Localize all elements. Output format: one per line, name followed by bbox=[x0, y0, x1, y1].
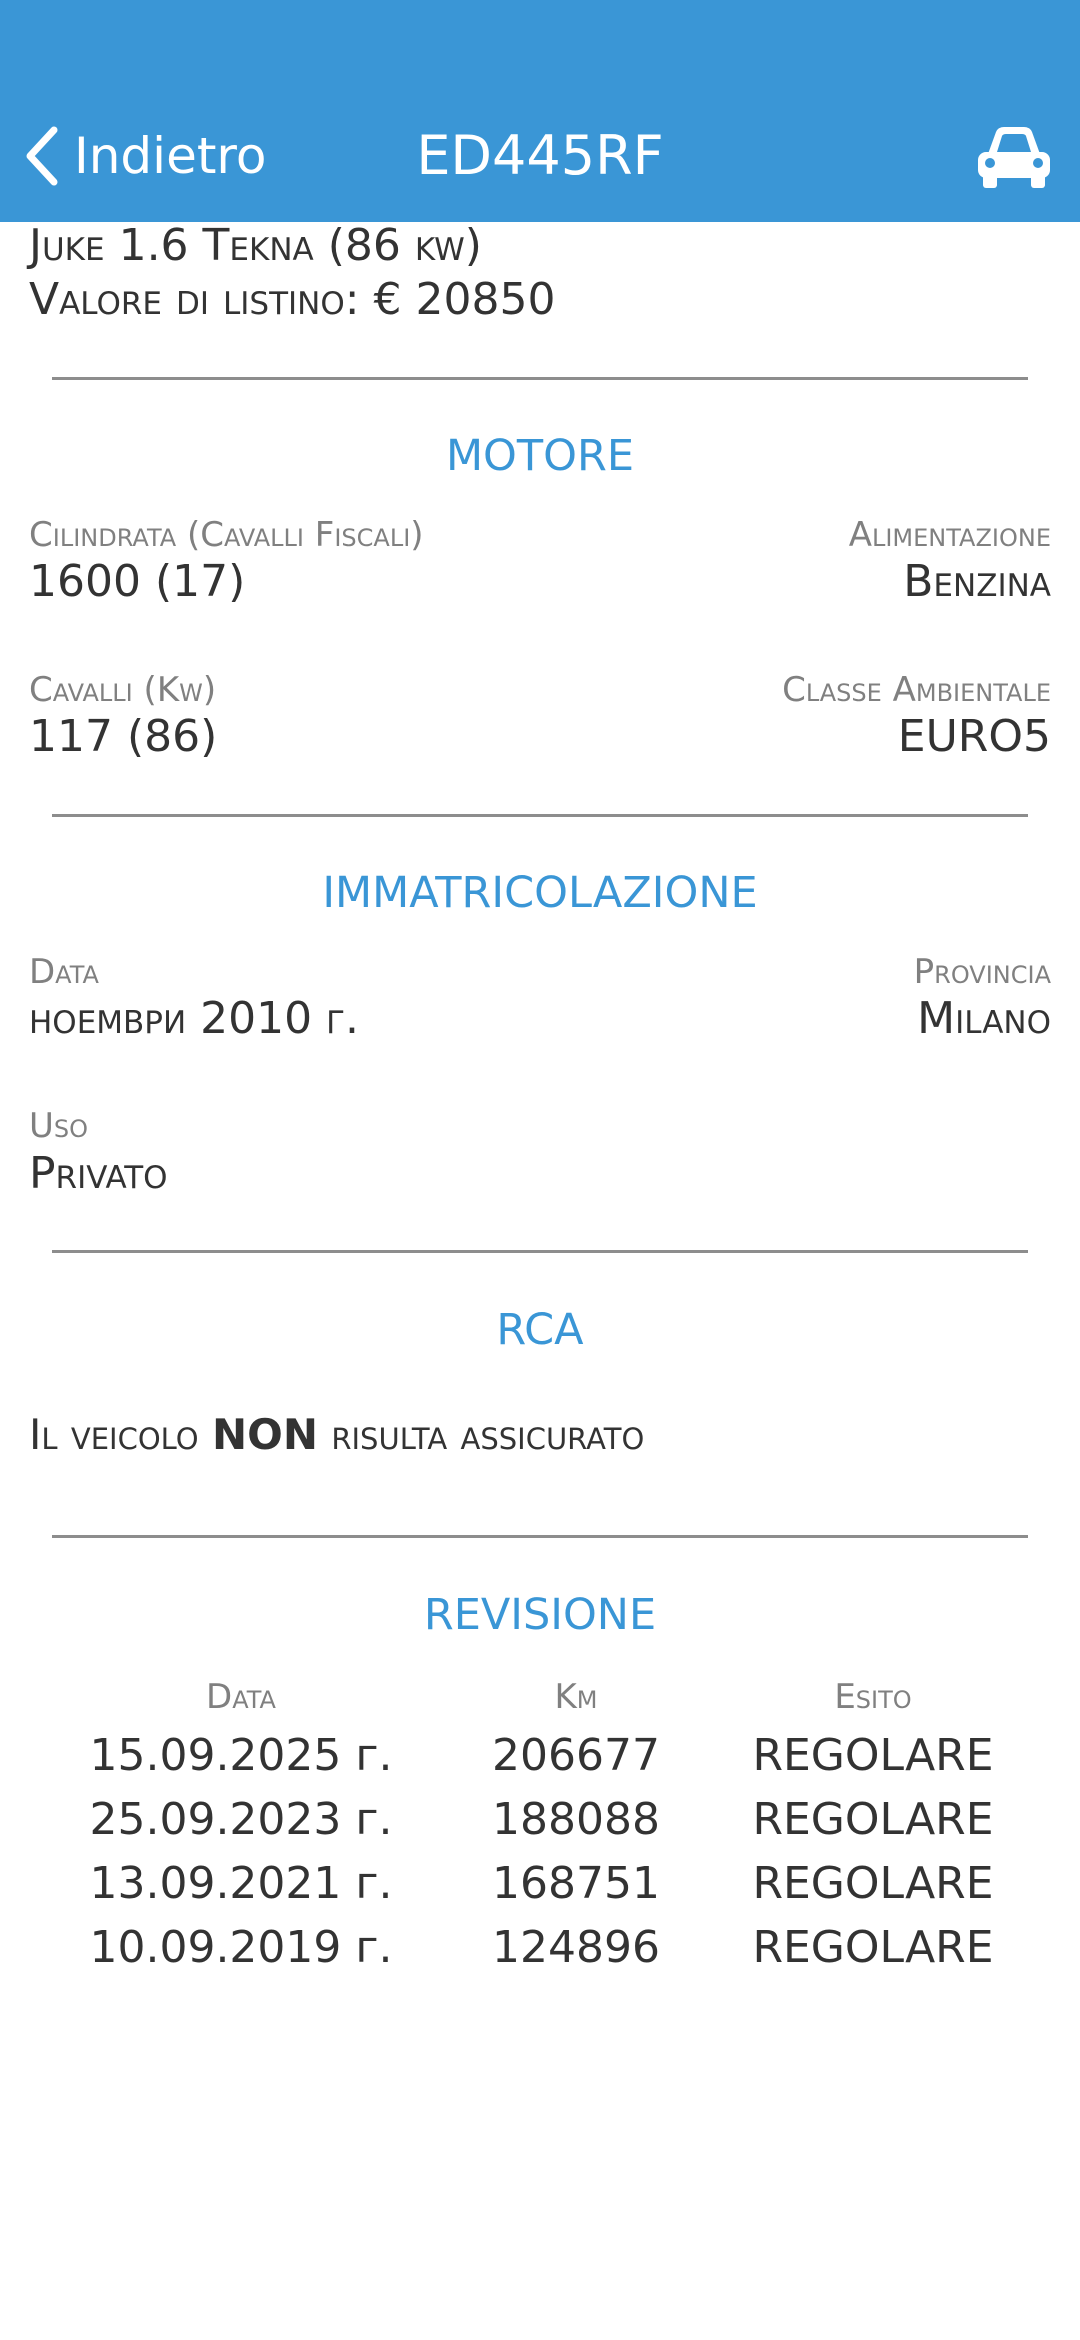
vehicle-model: Juke 1.6 Tekna (86 kw) bbox=[29, 220, 482, 271]
cavalli-label: Cavalli (Kw) bbox=[29, 670, 217, 710]
section-title-revisione: REVISIONE bbox=[423, 1590, 657, 1640]
table-row: 13.09.2021 г. 168751 REGOLARE bbox=[0, 1858, 1080, 1918]
vehicle-list-value: Valore di listino: € 20850 bbox=[29, 274, 556, 325]
provincia-label: Provincia bbox=[913, 952, 1051, 992]
table-row: 25.09.2023 г. 188088 REGOLARE bbox=[0, 1794, 1080, 1854]
insurance-status: Il veicolo NON risulta assicurato bbox=[29, 1410, 644, 1459]
classe-ambientale-value: EURO5 bbox=[897, 711, 1051, 762]
cell-data: 25.09.2023 г. bbox=[89, 1794, 393, 1845]
section-title-motore: MOTORE bbox=[445, 431, 635, 481]
cilindrata-value: 1600 (17) bbox=[29, 556, 246, 607]
column-header-data: Data bbox=[206, 1677, 276, 1717]
cell-data: 13.09.2021 г. bbox=[89, 1858, 393, 1909]
divider bbox=[52, 814, 1028, 817]
section-title-immatricolazione: IMMATRICOLAZIONE bbox=[322, 868, 758, 918]
divider bbox=[52, 377, 1028, 380]
section-title-rca: RCA bbox=[496, 1305, 584, 1355]
navigation-bar: Indietro ED445RF bbox=[0, 0, 1080, 222]
cell-esito: REGOLARE bbox=[752, 1794, 994, 1845]
table-row: 15.09.2025 г. 206677 REGOLARE bbox=[0, 1730, 1080, 1790]
data-value: ноември 2010 г. bbox=[29, 993, 360, 1044]
classe-ambientale-label: Classe Ambientale bbox=[782, 670, 1051, 710]
table-row: 10.09.2019 г. 124896 REGOLARE bbox=[0, 1922, 1080, 1982]
cilindrata-label: Cilindrata (Cavalli Fiscali) bbox=[29, 515, 424, 555]
insurance-status-emphasis: NON bbox=[211, 1410, 318, 1459]
car-icon bbox=[974, 127, 1054, 194]
insurance-status-text-end: risulta assicurato bbox=[318, 1410, 645, 1459]
cell-data: 10.09.2019 г. bbox=[89, 1922, 393, 1973]
car-button[interactable] bbox=[974, 124, 1054, 190]
divider bbox=[52, 1535, 1028, 1538]
provincia-value: Milano bbox=[917, 993, 1051, 1044]
cell-esito: REGOLARE bbox=[752, 1922, 994, 1973]
cavalli-value: 117 (86) bbox=[29, 711, 218, 762]
divider bbox=[52, 1250, 1028, 1253]
alimentazione-label: Alimentazione bbox=[848, 515, 1051, 555]
alimentazione-value: Benzina bbox=[903, 556, 1051, 607]
cell-data: 15.09.2025 г. bbox=[89, 1730, 393, 1781]
cell-esito: REGOLARE bbox=[752, 1730, 994, 1781]
insurance-status-text-start: Il veicolo bbox=[29, 1410, 212, 1459]
page-title: ED445RF bbox=[416, 124, 664, 187]
uso-value: Privato bbox=[29, 1148, 168, 1199]
column-header-esito: Esito bbox=[834, 1677, 912, 1717]
data-label: Data bbox=[29, 952, 99, 992]
cell-esito: REGOLARE bbox=[752, 1858, 994, 1909]
uso-label: Uso bbox=[29, 1106, 89, 1146]
table-header: Data Km Esito bbox=[0, 1677, 1080, 1737]
